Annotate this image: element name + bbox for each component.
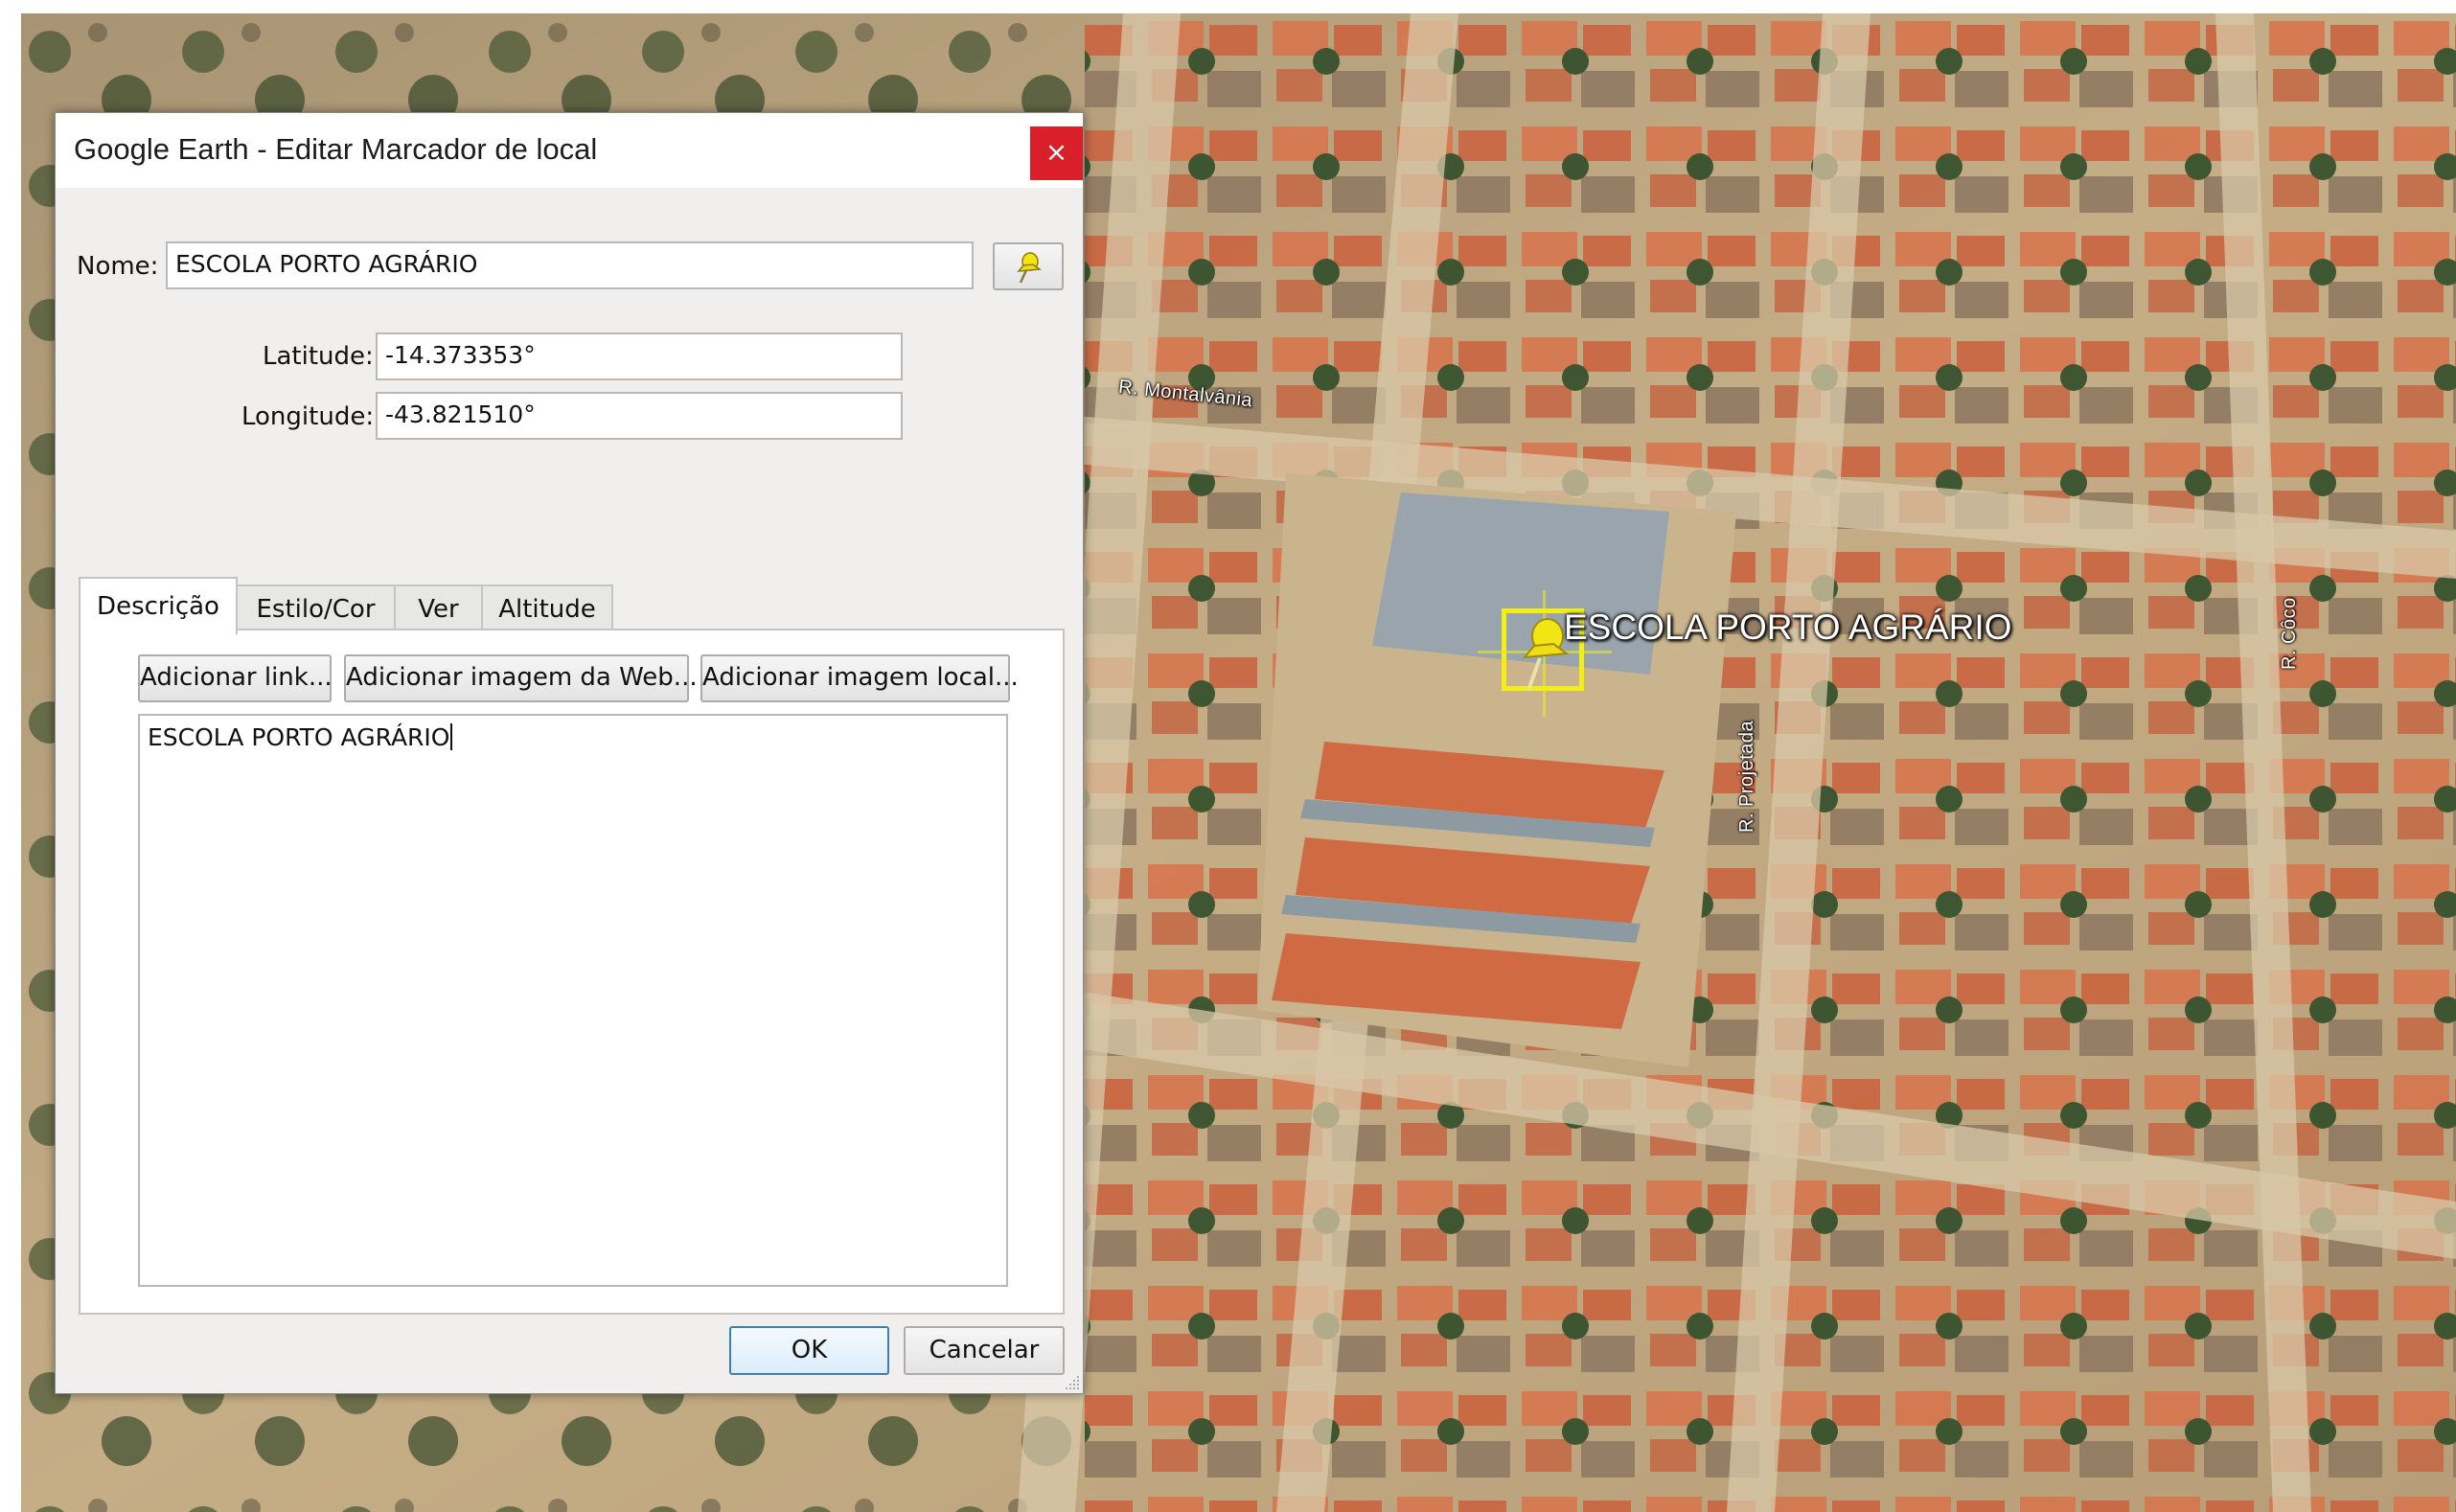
description-tab-panel: Adicionar link... Adicionar imagem da We…: [79, 629, 1065, 1315]
tab-descricao[interactable]: Descrição: [79, 577, 238, 634]
dialog-title: Google Earth - Editar Marcador de local: [74, 132, 598, 166]
text-caret: [450, 723, 453, 750]
add-link-button[interactable]: Adicionar link...: [138, 654, 333, 702]
add-local-image-button[interactable]: Adicionar imagem local...: [700, 654, 1019, 702]
tab-estilo-cor[interactable]: Estilo/Cor: [236, 584, 396, 632]
close-icon: ×: [1044, 136, 1068, 168]
cancel-button[interactable]: Cancelar: [904, 1326, 1065, 1375]
add-web-image-button[interactable]: Adicionar imagem da Web...: [344, 654, 698, 702]
tab-altitude[interactable]: Altitude: [481, 584, 613, 632]
description-textarea[interactable]: ESCOLA PORTO AGRÁRIO: [138, 714, 1008, 1287]
description-text: ESCOLA PORTO AGRÁRIO: [148, 723, 450, 751]
tab-ver[interactable]: Ver: [394, 584, 483, 632]
latitude-label: Latitude:: [263, 342, 374, 371]
road-label-coco: R. Côco: [2279, 597, 2300, 670]
dialog-titlebar[interactable]: Google Earth - Editar Marcador de local …: [56, 113, 1083, 188]
edit-placemark-dialog: Google Earth - Editar Marcador de local …: [55, 112, 1084, 1394]
latitude-input[interactable]: -14.373353°: [376, 332, 903, 380]
resize-grip-icon[interactable]: [1064, 1374, 1081, 1391]
longitude-input[interactable]: -43.821510°: [376, 392, 903, 440]
longitude-label: Longitude:: [241, 402, 375, 431]
placemark-icon-button[interactable]: [993, 242, 1064, 290]
name-input[interactable]: ESCOLA PORTO AGRÁRIO: [166, 241, 974, 289]
road-label-projetada: R. Projetada: [1736, 720, 1757, 833]
name-label: Nome:: [77, 252, 159, 281]
close-button[interactable]: ×: [1030, 126, 1083, 180]
ok-button[interactable]: OK: [729, 1326, 889, 1375]
pushpin-icon: [1017, 251, 1043, 284]
placemark-label[interactable]: ESCOLA PORTO AGRÁRIO: [1564, 607, 2011, 648]
